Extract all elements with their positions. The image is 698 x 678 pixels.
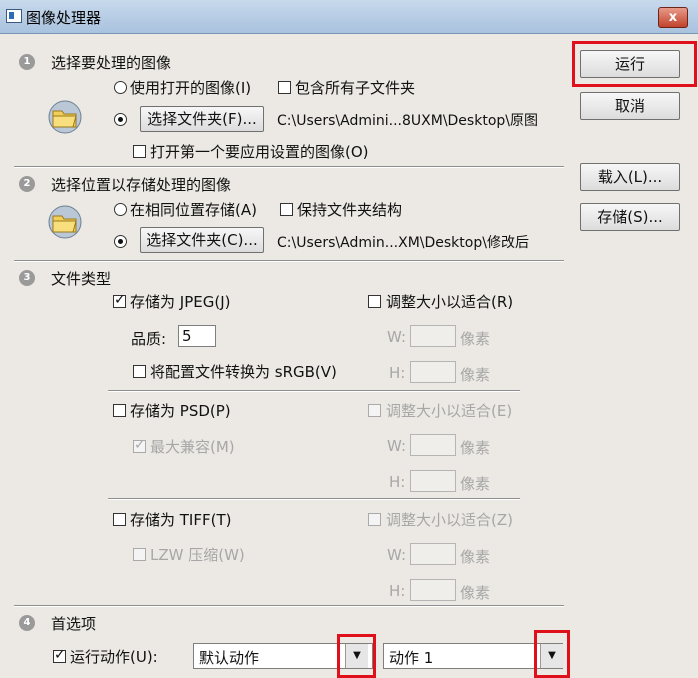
choose-dest-folder-button[interactable]: 选择文件夹(C)... [140, 227, 264, 253]
section-1-title: 选择要处理的图像 [51, 54, 172, 72]
chevron-down-icon[interactable]: ▼ [540, 644, 563, 668]
psd-height-input[interactable] [410, 470, 456, 492]
use-open-images-radio[interactable] [114, 81, 127, 94]
psd-height-unit: 像素 [460, 475, 491, 493]
section-3-title: 文件类型 [51, 270, 112, 288]
include-subfolders-checkbox[interactable] [278, 81, 291, 94]
divider [14, 605, 564, 607]
jpeg-width-label: W: [387, 328, 407, 346]
save-same-location-label: 在相同位置存储(A) [130, 201, 257, 219]
jpeg-height-unit: 像素 [460, 366, 491, 384]
divider [108, 498, 520, 500]
title-bar [0, 0, 698, 34]
folder-icon [48, 205, 82, 239]
save-same-location-radio[interactable] [114, 203, 127, 216]
psd-width-label: W: [387, 437, 407, 455]
max-compat-checkbox[interactable] [133, 437, 146, 453]
psd-resize-label: 调整大小以适合(E) [386, 402, 513, 420]
source-folder-path: C:\Users\Admini...8UXM\Desktop\原图 [277, 113, 538, 129]
tiff-height-unit: 像素 [460, 584, 491, 602]
tiff-height-label: H: [389, 582, 406, 600]
cancel-button[interactable]: 取消 [580, 92, 680, 120]
section-4-title: 首选项 [51, 615, 97, 633]
tiff-resize-checkbox[interactable] [368, 513, 381, 526]
convert-srgb-label: 将配置文件转换为 sRGB(V) [150, 363, 337, 381]
tiff-resize-label: 调整大小以适合(Z) [386, 511, 513, 529]
psd-height-label: H: [389, 473, 406, 491]
keep-folder-structure-checkbox[interactable] [280, 203, 293, 216]
jpeg-width-input[interactable] [410, 325, 456, 347]
use-open-images-label: 使用打开的图像(I) [130, 79, 252, 97]
open-first-image-checkbox[interactable] [133, 145, 146, 158]
save-tiff-checkbox[interactable] [113, 513, 126, 526]
choose-dest-folder-radio[interactable] [114, 235, 127, 248]
save-settings-button[interactable]: 存储(S)... [580, 203, 680, 231]
tiff-width-input[interactable] [410, 543, 456, 565]
tiff-width-label: W: [387, 546, 407, 564]
psd-resize-checkbox[interactable] [368, 404, 381, 417]
psd-width-input[interactable] [410, 434, 456, 456]
quality-input[interactable]: 5 [178, 325, 216, 347]
jpeg-resize-label: 调整大小以适合(R) [386, 293, 514, 311]
section-4-number: 4 [19, 615, 35, 631]
run-button[interactable]: 运行 [580, 50, 680, 78]
open-first-image-label: 打开第一个要应用设置的图像(O) [150, 143, 369, 161]
divider [108, 390, 520, 392]
keep-folder-structure-label: 保持文件夹结构 [297, 201, 403, 219]
folder-icon [48, 100, 82, 134]
run-action-label: 运行动作(U): [70, 648, 158, 666]
jpeg-width-unit: 像素 [460, 330, 491, 348]
save-tiff-label: 存储为 TIFF(T) [130, 511, 232, 529]
app-icon [6, 9, 22, 23]
jpeg-height-input[interactable] [410, 361, 456, 383]
action-set-value: 默认动作 [199, 649, 260, 667]
convert-srgb-checkbox[interactable] [133, 365, 146, 378]
action-value: 动作 1 [389, 649, 434, 667]
jpeg-height-label: H: [389, 364, 406, 382]
lzw-label: LZW 压缩(W) [150, 546, 245, 564]
save-jpeg-checkbox[interactable] [113, 292, 126, 308]
jpeg-resize-checkbox[interactable] [368, 295, 381, 308]
section-2-number: 2 [19, 176, 35, 192]
section-3-number: 3 [19, 270, 35, 286]
quality-label: 品质: [131, 330, 167, 348]
load-button[interactable]: 载入(L)... [580, 163, 680, 191]
section-1-number: 1 [19, 54, 35, 70]
chevron-down-icon[interactable]: ▼ [345, 644, 368, 668]
divider [14, 166, 564, 168]
close-button[interactable]: x [658, 7, 688, 28]
tiff-height-input[interactable] [410, 579, 456, 601]
divider [14, 260, 564, 262]
choose-folder-radio[interactable] [114, 113, 127, 126]
lzw-checkbox[interactable] [133, 548, 146, 561]
include-subfolders-label: 包含所有子文件夹 [295, 79, 416, 97]
save-psd-label: 存储为 PSD(P) [130, 402, 231, 420]
choose-source-folder-button[interactable]: 选择文件夹(F)... [140, 106, 264, 132]
max-compat-label: 最大兼容(M) [150, 438, 235, 456]
save-psd-checkbox[interactable] [113, 404, 126, 417]
psd-width-unit: 像素 [460, 439, 491, 457]
save-jpeg-label: 存储为 JPEG(J) [130, 293, 231, 311]
window-title: 图像处理器 [26, 9, 102, 27]
tiff-width-unit: 像素 [460, 548, 491, 566]
dest-folder-path: C:\Users\Admin...XM\Desktop\修改后 [277, 235, 529, 251]
section-2-title: 选择位置以存储处理的图像 [51, 176, 232, 194]
run-action-checkbox[interactable] [53, 647, 66, 663]
